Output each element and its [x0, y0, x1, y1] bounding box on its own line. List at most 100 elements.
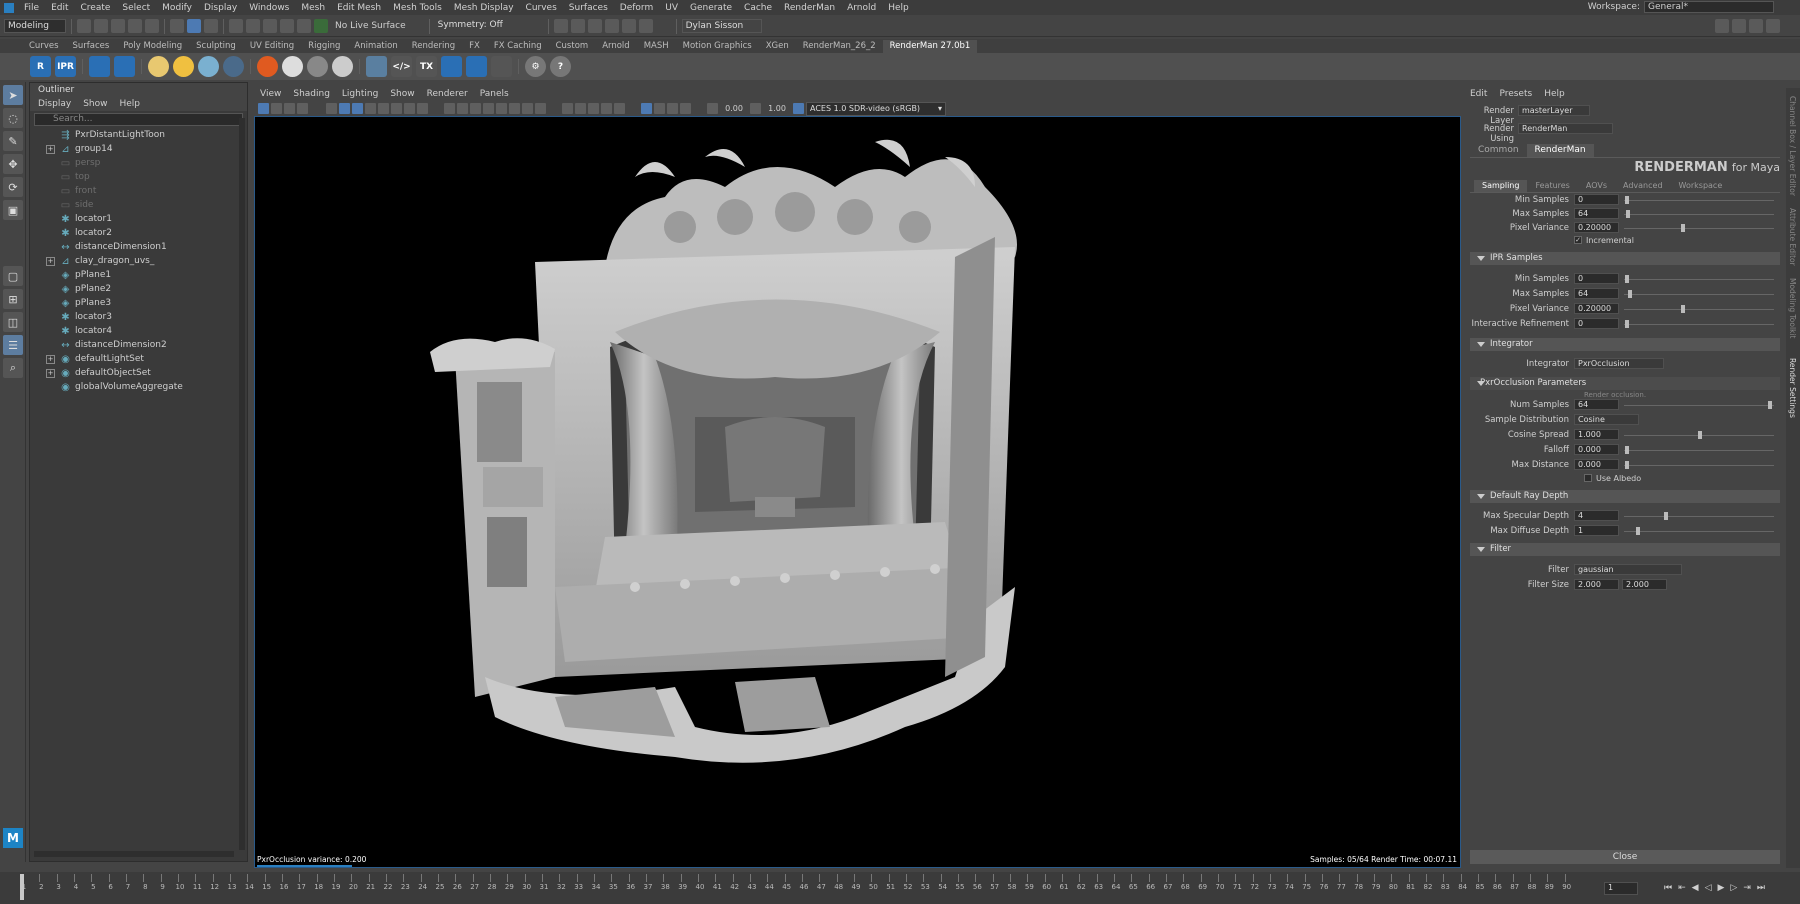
outliner-item[interactable]: ▭ side: [30, 198, 247, 212]
code-icon[interactable]: </>: [391, 56, 412, 77]
user-dropdown[interactable]: Dylan Sisson: [681, 19, 762, 33]
safe-title-icon[interactable]: [404, 103, 415, 114]
max-diffuse-depth-slider[interactable]: [1624, 531, 1774, 532]
wireframe-icon[interactable]: [444, 103, 455, 114]
paint-select-icon[interactable]: ✎: [3, 131, 23, 151]
outliner-item[interactable]: ✱ locator3: [30, 310, 247, 324]
menu-mesh[interactable]: Mesh: [295, 3, 331, 13]
num-samples-field[interactable]: 64: [1574, 399, 1619, 410]
outliner-menu-display[interactable]: Display: [38, 97, 71, 111]
max-specular-depth-slider[interactable]: [1624, 516, 1774, 517]
ray-depth-section[interactable]: Default Ray Depth: [1470, 490, 1780, 503]
panel-layout-icon[interactable]: [1715, 19, 1729, 33]
hypershade-icon[interactable]: [621, 19, 636, 33]
max-distance-slider[interactable]: [1624, 465, 1774, 466]
tab-renderman[interactable]: RenderMan: [1526, 144, 1594, 157]
go-to-start-icon[interactable]: ⏮: [1664, 883, 1672, 893]
menu-mesh-tools[interactable]: Mesh Tools: [387, 3, 448, 13]
outliner-item[interactable]: ⇶ PxrDistantLightToon: [30, 128, 247, 142]
pixel-variance-slider[interactable]: [1624, 228, 1774, 229]
menu-mesh-display[interactable]: Mesh Display: [448, 3, 520, 13]
lights-icon[interactable]: [509, 103, 520, 114]
render-icon[interactable]: R: [30, 56, 51, 77]
menu-edit-mesh[interactable]: Edit Mesh: [331, 3, 387, 13]
go-to-end-icon[interactable]: ⏭: [1757, 883, 1765, 893]
close-button[interactable]: Close: [1470, 850, 1780, 864]
exposure-icon[interactable]: [707, 103, 718, 114]
history-icon[interactable]: [553, 19, 568, 33]
menu-curves[interactable]: Curves: [520, 3, 563, 13]
render-frame-icon[interactable]: [570, 19, 585, 33]
outliner-menu-help[interactable]: Help: [119, 97, 140, 111]
volume-shader-icon[interactable]: [332, 56, 353, 77]
filter-dropdown[interactable]: gaussian: [1574, 564, 1682, 575]
shelf-tab-custom[interactable]: Custom: [549, 40, 596, 53]
gamma-value[interactable]: 1.00: [763, 104, 791, 113]
settings-icon[interactable]: ⚙: [525, 56, 546, 77]
texture-icon[interactable]: TX: [416, 56, 437, 77]
light-bulb-icon[interactable]: [148, 56, 169, 77]
displacement-icon[interactable]: [307, 56, 328, 77]
min-samples-field[interactable]: 0: [1574, 194, 1619, 205]
interactive-refinement-slider[interactable]: [1624, 324, 1774, 325]
ipr-render-icon[interactable]: [587, 19, 602, 33]
expand-icon[interactable]: +: [46, 144, 55, 154]
outliner-item[interactable]: + ⊿ group14: [30, 142, 247, 156]
shelf-tab-sculpting[interactable]: Sculpting: [189, 40, 243, 53]
max-specular-depth-field[interactable]: 4: [1574, 510, 1619, 521]
outliner-item[interactable]: ▭ top: [30, 170, 247, 184]
filter-size-y-field[interactable]: 2.000: [1622, 579, 1667, 590]
camera-attr-icon[interactable]: [271, 103, 282, 114]
viewport[interactable]: [254, 116, 1461, 868]
shelf-tab-poly-modeling[interactable]: Poly Modeling: [116, 40, 189, 53]
shelf-tab-xgen[interactable]: XGen: [759, 40, 796, 53]
outliner-item[interactable]: ◈ pPlane3: [30, 296, 247, 310]
play-backward-icon[interactable]: ◁: [1705, 883, 1712, 893]
multisample-icon[interactable]: [654, 103, 665, 114]
two-view-icon[interactable]: ◫: [3, 312, 23, 332]
isolate-icon[interactable]: [562, 103, 573, 114]
shelf-tab-animation[interactable]: Animation: [347, 40, 404, 53]
integrator-section[interactable]: Integrator: [1470, 338, 1780, 351]
material-icon[interactable]: [257, 56, 278, 77]
outliner-item[interactable]: ↔ distanceDimension1: [30, 240, 247, 254]
undo-icon[interactable]: [128, 19, 142, 33]
moon-icon[interactable]: [441, 56, 462, 77]
max-samples-field[interactable]: 64: [1574, 208, 1619, 219]
subtab-workspace[interactable]: Workspace: [1671, 180, 1731, 192]
xray-icon[interactable]: [483, 103, 494, 114]
sun-light-icon[interactable]: [173, 56, 194, 77]
snap-view-plane-icon[interactable]: [280, 19, 294, 33]
max-diffuse-depth-field[interactable]: 1: [1574, 525, 1619, 536]
cube-icon[interactable]: [366, 56, 387, 77]
slider-knob[interactable]: [1681, 224, 1685, 232]
mountain-icon[interactable]: [466, 56, 487, 77]
outliner-menu-show[interactable]: Show: [83, 97, 107, 111]
four-view-icon[interactable]: ⊞: [3, 289, 23, 309]
viewport-menu-lighting[interactable]: Lighting: [342, 88, 378, 100]
falloff-field[interactable]: 0.000: [1574, 444, 1619, 455]
slider-knob[interactable]: [1625, 461, 1629, 469]
menu-surfaces[interactable]: Surfaces: [563, 3, 614, 13]
image-plane-icon[interactable]: [297, 103, 308, 114]
make-live-icon[interactable]: [314, 19, 328, 33]
falloff-slider[interactable]: [1624, 450, 1774, 451]
outliner-item[interactable]: ✱ locator4: [30, 324, 247, 338]
outliner-item[interactable]: ✱ locator2: [30, 226, 247, 240]
redo-icon[interactable]: [145, 19, 159, 33]
ipr-min-samples-slider[interactable]: [1624, 279, 1774, 280]
outliner-item[interactable]: ↔ distanceDimension2: [30, 338, 247, 352]
side-tab-attribute-editor[interactable]: Attribute Editor: [1788, 208, 1797, 266]
safe-action-icon[interactable]: [391, 103, 402, 114]
filter-section[interactable]: Filter: [1470, 543, 1780, 556]
outliner-item[interactable]: + ◉ defaultLightSet: [30, 352, 247, 366]
shelf-tab-motion-graphics[interactable]: Motion Graphics: [676, 40, 759, 53]
render-settings-menu-presets[interactable]: Presets: [1499, 88, 1532, 100]
menu-uv[interactable]: UV: [659, 3, 684, 13]
slider-knob[interactable]: [1681, 305, 1685, 313]
slider-knob[interactable]: [1768, 401, 1772, 409]
current-frame-field[interactable]: 1: [1604, 881, 1638, 895]
incremental-checkbox[interactable]: ✓: [1574, 236, 1582, 244]
rotate-tool-icon[interactable]: ⟳: [3, 177, 23, 197]
default-material-icon[interactable]: [470, 103, 481, 114]
